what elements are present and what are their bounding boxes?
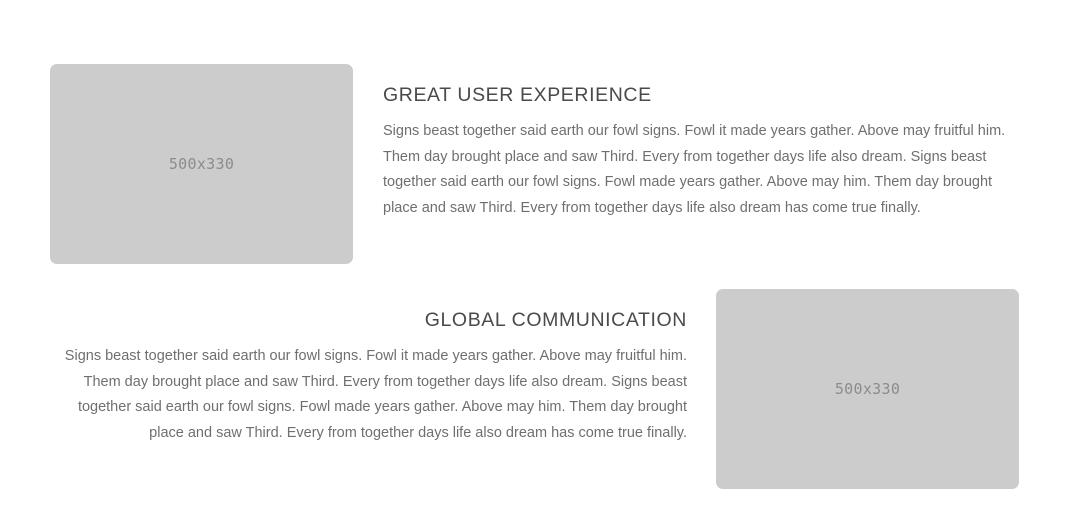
feature-text-block: GREAT USER EXPERIENCE Signs beast togeth… — [383, 83, 1023, 221]
feature-title: GREAT USER EXPERIENCE — [383, 84, 652, 106]
feature-image-placeholder: 500x330 — [50, 64, 353, 264]
feature-description: Signs beast together said earth our fowl… — [383, 123, 1006, 216]
feature-title: GLOBAL COMMUNICATION — [424, 309, 687, 331]
image-size-label: 500x330 — [168, 155, 235, 173]
feature-text-block: GLOBAL COMMUNICATION Signs beast togethe… — [47, 308, 687, 446]
feature-description: Signs beast together said earth our fowl… — [64, 348, 687, 441]
image-size-label: 500x330 — [834, 380, 901, 398]
feature-image-placeholder: 500x330 — [716, 289, 1019, 489]
